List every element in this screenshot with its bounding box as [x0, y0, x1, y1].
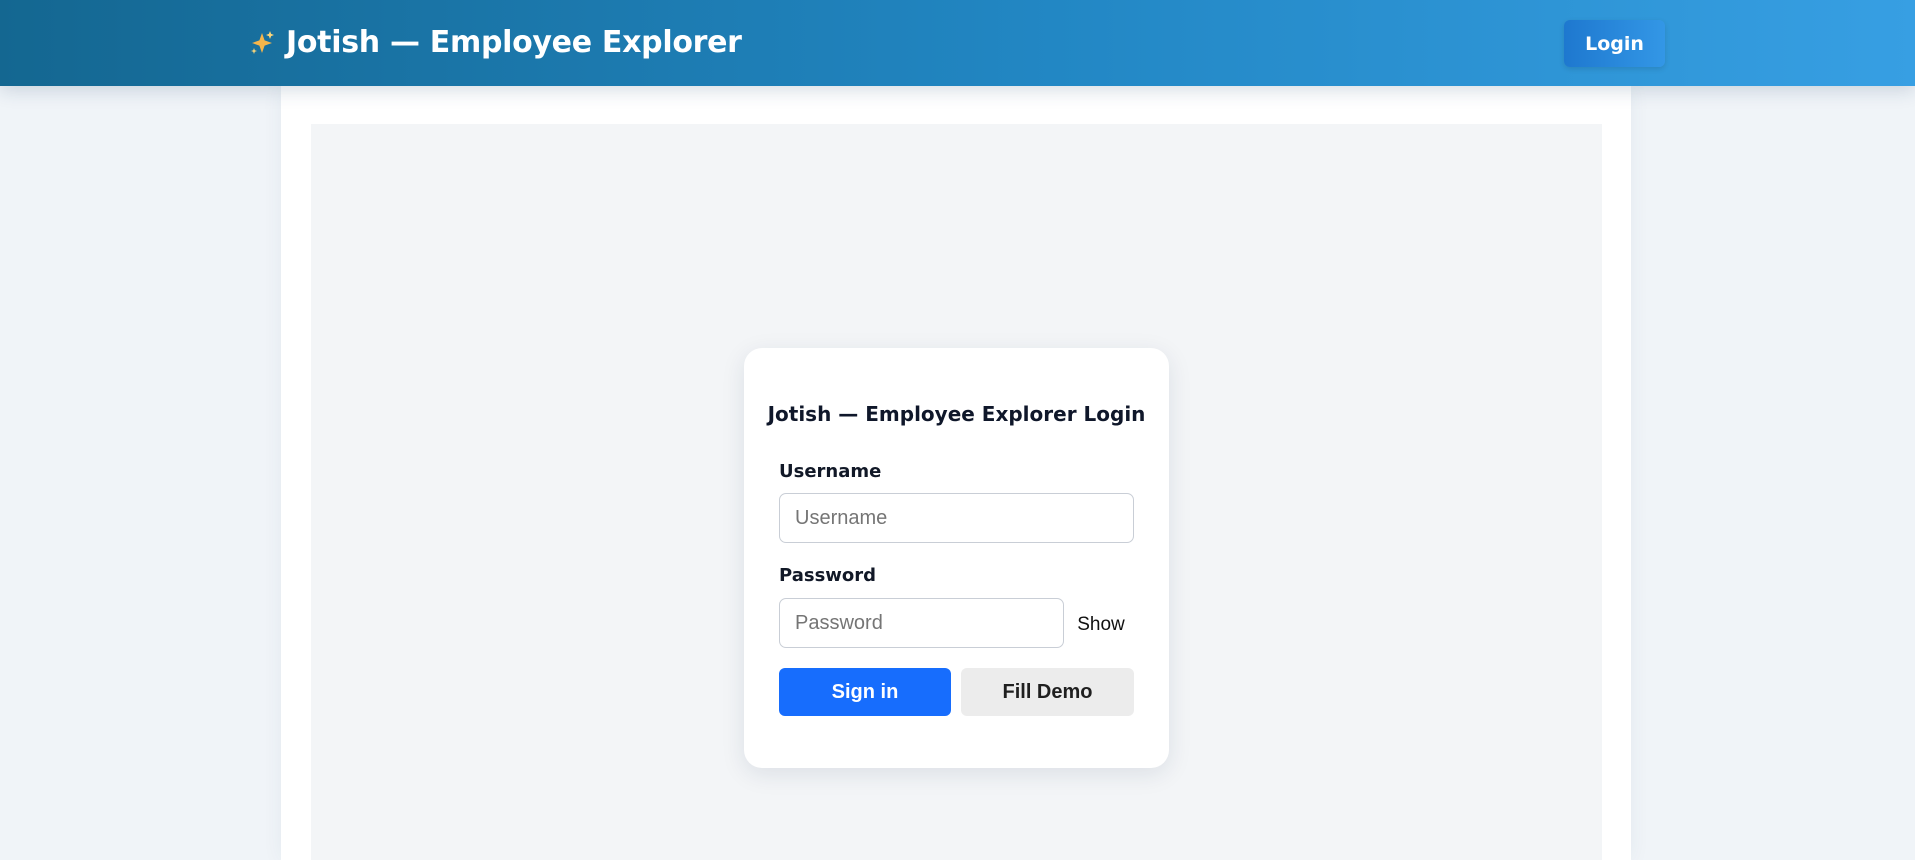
- password-placeholder: Password: [795, 611, 883, 634]
- username-placeholder: Username: [795, 506, 888, 529]
- login-title: Jotish — Employee Explorer Login: [767, 402, 1146, 426]
- password-label: Password: [779, 565, 877, 586]
- sign-in-button[interactable]: Sign in: [779, 668, 951, 716]
- fill-demo-button[interactable]: Fill Demo: [961, 668, 1134, 716]
- app-title: Jotish — Employee Explorer: [286, 25, 742, 60]
- sparkles-icon: [251, 30, 274, 54]
- header-login-button[interactable]: Login: [1564, 20, 1665, 67]
- top-navbar: Jotish — Employee Explorer Login: [0, 0, 1915, 86]
- show-password-toggle[interactable]: Show: [1071, 610, 1131, 640]
- username-label: Username: [779, 461, 882, 482]
- username-input[interactable]: Username: [779, 493, 1134, 543]
- app-brand: Jotish — Employee Explorer: [248, 25, 742, 60]
- password-input[interactable]: Password: [779, 598, 1064, 648]
